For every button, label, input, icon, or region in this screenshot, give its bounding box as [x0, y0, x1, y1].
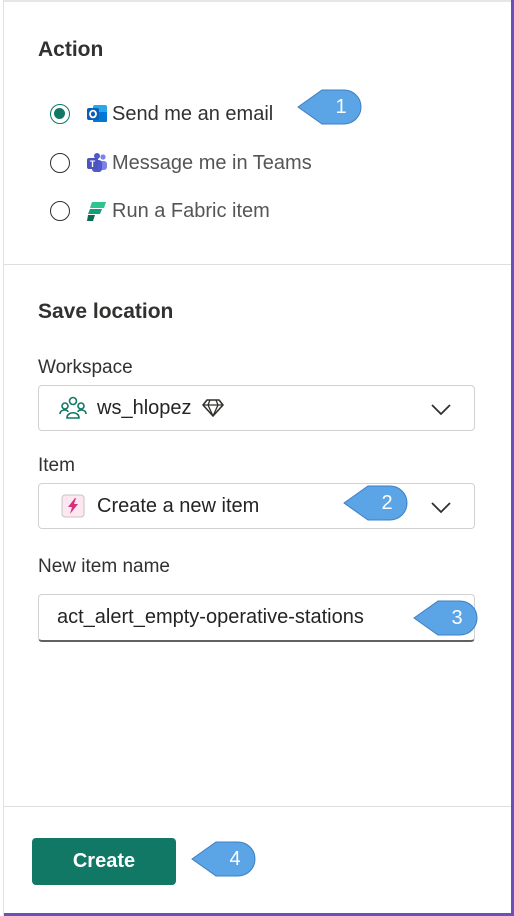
- action-section-title: Action: [38, 38, 104, 61]
- workspace-people-icon: [59, 394, 87, 422]
- callout-2: 2: [342, 483, 408, 523]
- option-fabric[interactable]: Run a Fabric item: [50, 196, 270, 226]
- workspace-dropdown[interactable]: ws_hlopez: [38, 385, 475, 431]
- callout-4-number: 4: [229, 848, 241, 870]
- new-item-name-label: New item name: [38, 556, 170, 577]
- left-edge: [0, 0, 4, 916]
- workspace-value: ws_hlopez: [97, 396, 192, 419]
- save-location-title: Save location: [38, 300, 174, 323]
- send-email-label: Send me an email: [112, 102, 274, 125]
- section-divider: [3, 264, 511, 265]
- callout-4: 4: [190, 839, 256, 879]
- activator-icon: [59, 492, 87, 520]
- svg-text:T: T: [90, 159, 96, 169]
- item-value: Create a new item: [97, 494, 260, 517]
- create-button[interactable]: Create: [32, 838, 176, 885]
- dialog-panel: Action Send me an email T Message me in …: [0, 0, 514, 916]
- teams-icon: T: [86, 152, 108, 174]
- footer-divider: [3, 806, 511, 807]
- callout-3: 3: [412, 598, 478, 638]
- chevron-down-icon[interactable]: [430, 399, 452, 419]
- radio-send-email[interactable]: [50, 104, 70, 124]
- diamond-icon: [201, 398, 224, 418]
- item-label: Item: [38, 455, 75, 476]
- callout-1-number: 1: [335, 96, 347, 118]
- callout-2-number: 2: [381, 492, 393, 514]
- workspace-label: Workspace: [38, 357, 133, 378]
- fabric-icon: [86, 200, 108, 222]
- radio-teams[interactable]: [50, 153, 70, 173]
- new-item-name-input[interactable]: [38, 594, 475, 642]
- chevron-down-icon[interactable]: [430, 497, 452, 517]
- radio-fabric[interactable]: [50, 201, 70, 221]
- callout-3-number: 3: [451, 607, 463, 629]
- outlook-icon: [86, 103, 108, 125]
- top-border: [0, 0, 511, 2]
- option-teams[interactable]: T Message me in Teams: [50, 148, 312, 178]
- option-send-email[interactable]: Send me an email: [50, 99, 273, 129]
- callout-1: 1: [296, 87, 362, 127]
- item-dropdown[interactable]: Create a new item: [38, 483, 475, 529]
- teams-label: Message me in Teams: [112, 151, 312, 174]
- fabric-label: Run a Fabric item: [112, 199, 270, 222]
